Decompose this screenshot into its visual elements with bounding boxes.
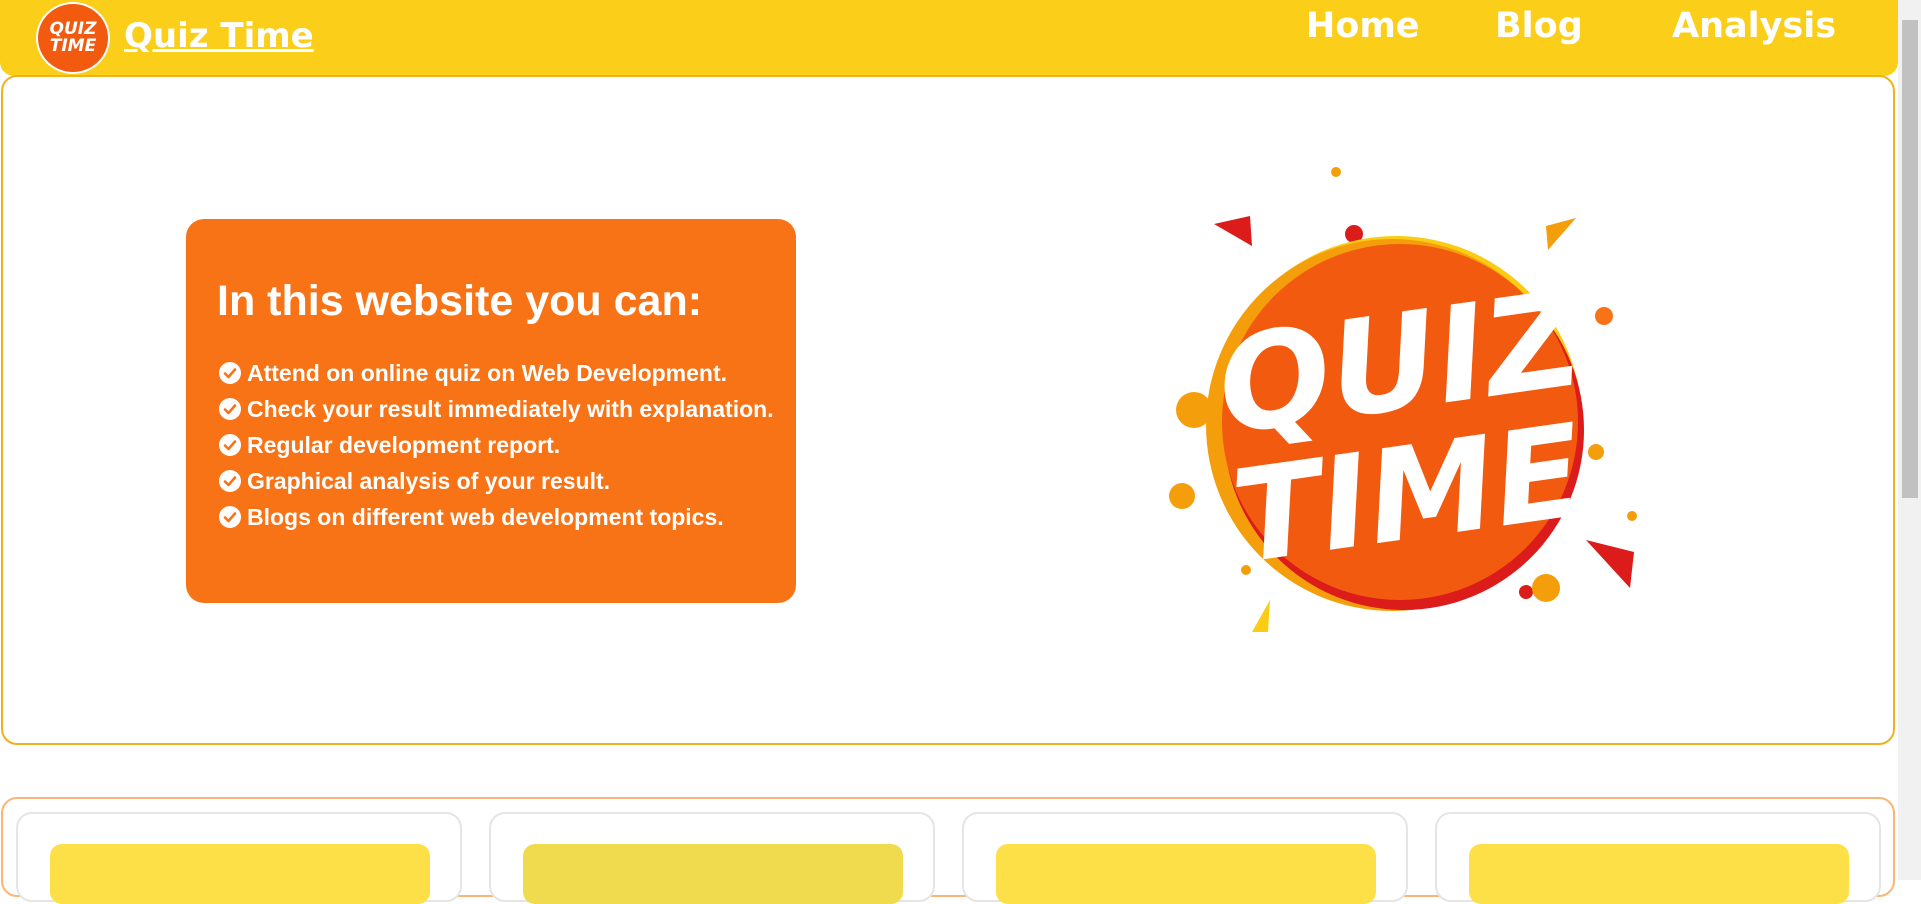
card-header: [1469, 844, 1849, 904]
feature-card[interactable]: [16, 812, 462, 904]
check-circle-icon: [219, 398, 241, 420]
feature-item: Graphical analysis of your result.: [218, 463, 787, 499]
feature-card[interactable]: [962, 812, 1408, 904]
card-header: [996, 844, 1376, 904]
feature-text: Regular development report.: [247, 432, 561, 458]
feature-text: Blogs on different web development topic…: [247, 504, 724, 530]
scrollbar-thumb[interactable]: [1902, 20, 1918, 498]
check-circle-icon: [219, 434, 241, 456]
feature-card[interactable]: [1435, 812, 1881, 904]
card-header: [50, 844, 430, 904]
feature-card[interactable]: [489, 812, 935, 904]
logo-text: QUIZ TIME: [50, 21, 97, 55]
feature-item: Regular development report.: [218, 427, 787, 463]
feature-text: Graphical analysis of your result.: [247, 468, 611, 494]
feature-text: Check your result immediately with expla…: [247, 396, 774, 422]
features-title: In this website you can:: [217, 277, 703, 325]
nav-home-link[interactable]: Home: [1306, 6, 1420, 46]
card-header: [523, 844, 903, 904]
nav-analysis-link[interactable]: Analysis: [1672, 6, 1836, 46]
nav-blog-link[interactable]: Blog: [1495, 6, 1583, 46]
feature-list: Attend on online quiz on Web Development…: [218, 355, 787, 535]
check-circle-icon: [219, 362, 241, 384]
logo-text-line2: TIME: [49, 36, 97, 56]
feature-item: Attend on online quiz on Web Development…: [218, 355, 787, 391]
features-card: In this website you can: Attend on onlin…: [186, 219, 796, 603]
feature-item: Blogs on different web development topic…: [218, 499, 787, 535]
check-circle-icon: [219, 470, 241, 492]
scrollbar[interactable]: [1898, 0, 1921, 880]
check-circle-icon: [219, 506, 241, 528]
brand-link[interactable]: Quiz Time: [124, 16, 314, 56]
feature-text: Attend on online quiz on Web Development…: [247, 360, 728, 386]
navbar: QUIZ TIME Quiz Time Home Blog Analysis: [0, 0, 1898, 76]
logo-badge[interactable]: QUIZ TIME: [36, 2, 110, 74]
quiz-time-logo: QUIZ TIME: [1169, 167, 1637, 632]
feature-item: Check your result immediately with expla…: [218, 391, 787, 427]
